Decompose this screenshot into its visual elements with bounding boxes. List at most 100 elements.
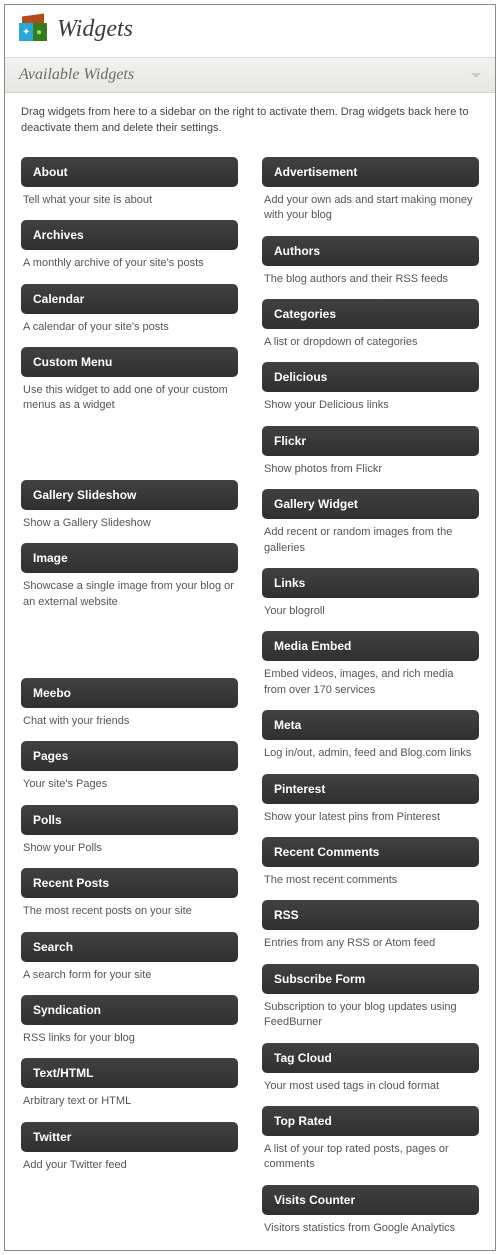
widget-description: A search form for your site bbox=[21, 962, 238, 983]
widget-handle[interactable]: Delicious bbox=[262, 362, 479, 392]
widget-description: Show photos from Flickr bbox=[262, 456, 479, 477]
widget-handle[interactable]: Categories bbox=[262, 299, 479, 329]
widget-description: Your site's Pages bbox=[21, 771, 238, 792]
widget-item: Tag CloudYour most used tags in cloud fo… bbox=[262, 1043, 479, 1094]
widget-item: AboutTell what your site is about bbox=[21, 157, 238, 208]
widget-item: Custom MenuUse this widget to add one of… bbox=[21, 347, 238, 414]
widget-item: Top RatedA list of your top rated posts,… bbox=[262, 1106, 479, 1173]
widget-item: LinksYour blogroll bbox=[262, 568, 479, 619]
widget-description: Your most used tags in cloud format bbox=[262, 1073, 479, 1094]
intro-text: Drag widgets from here to a sidebar on t… bbox=[5, 93, 495, 145]
widgets-column-right: AdvertisementAdd your own ads and start … bbox=[262, 145, 479, 1236]
widget-description: A list of your top rated posts, pages or… bbox=[262, 1136, 479, 1173]
widget-item: CategoriesA list or dropdown of categori… bbox=[262, 299, 479, 350]
widget-item: DeliciousShow your Delicious links bbox=[262, 362, 479, 413]
widget-handle[interactable]: Visits Counter bbox=[262, 1185, 479, 1215]
widget-description: Show your Polls bbox=[21, 835, 238, 856]
widget-handle[interactable]: Meebo bbox=[21, 678, 238, 708]
widget-handle[interactable]: Archives bbox=[21, 220, 238, 250]
widget-handle[interactable]: Top Rated bbox=[262, 1106, 479, 1136]
widget-item: ImageShowcase a single image from your b… bbox=[21, 543, 238, 610]
widget-item: AdvertisementAdd your own ads and start … bbox=[262, 157, 479, 224]
widget-description: The most recent comments bbox=[262, 867, 479, 888]
widget-item: AuthorsThe blog authors and their RSS fe… bbox=[262, 236, 479, 287]
widget-handle[interactable]: RSS bbox=[262, 900, 479, 930]
widget-handle[interactable]: Recent Posts bbox=[21, 868, 238, 898]
widget-handle[interactable]: Calendar bbox=[21, 284, 238, 314]
page-frame: ✦ ● Widgets Available Widgets Drag widge… bbox=[4, 4, 496, 1251]
widget-item: Gallery WidgetAdd recent or random image… bbox=[262, 489, 479, 556]
widget-description: Use this widget to add one of your custo… bbox=[21, 377, 238, 414]
widget-item: TwitterAdd your Twitter feed bbox=[21, 1122, 238, 1173]
widget-handle[interactable]: Polls bbox=[21, 805, 238, 835]
widget-handle[interactable]: About bbox=[21, 157, 238, 187]
widget-item: Visits CounterVisitors statistics from G… bbox=[262, 1185, 479, 1236]
widget-handle[interactable]: Flickr bbox=[262, 426, 479, 456]
widget-handle[interactable]: Links bbox=[262, 568, 479, 598]
widget-handle[interactable]: Gallery Slideshow bbox=[21, 480, 238, 510]
widget-handle[interactable]: Pinterest bbox=[262, 774, 479, 804]
widget-description: The blog authors and their RSS feeds bbox=[262, 266, 479, 287]
widget-description: Your blogroll bbox=[262, 598, 479, 619]
widget-item: Recent CommentsThe most recent comments bbox=[262, 837, 479, 888]
widget-description: Chat with your friends bbox=[21, 708, 238, 729]
widget-handle[interactable]: Text/HTML bbox=[21, 1058, 238, 1088]
widget-item: FlickrShow photos from Flickr bbox=[262, 426, 479, 477]
widget-item: PinterestShow your latest pins from Pint… bbox=[262, 774, 479, 825]
widget-description: Tell what your site is about bbox=[21, 187, 238, 208]
widgets-grid: AboutTell what your site is about Archive… bbox=[5, 145, 495, 1250]
widget-description: A monthly archive of your site's posts bbox=[21, 250, 238, 271]
widget-description: Visitors statistics from Google Analytic… bbox=[262, 1215, 479, 1236]
widget-description: Add recent or random images from the gal… bbox=[262, 519, 479, 556]
widget-handle[interactable]: Subscribe Form bbox=[262, 964, 479, 994]
widget-handle[interactable]: Pages bbox=[21, 741, 238, 771]
widget-item: CalendarA calendar of your site's posts bbox=[21, 284, 238, 335]
widget-description: Show your latest pins from Pinterest bbox=[262, 804, 479, 825]
widget-handle[interactable]: Syndication bbox=[21, 995, 238, 1025]
app-logo-icon: ✦ ● bbox=[19, 15, 47, 43]
widget-handle[interactable]: Twitter bbox=[21, 1122, 238, 1152]
widget-handle[interactable]: Image bbox=[21, 543, 238, 573]
widget-item: PollsShow your Polls bbox=[21, 805, 238, 856]
widget-description: Subscription to your blog updates using … bbox=[262, 994, 479, 1031]
widget-handle[interactable]: Search bbox=[21, 932, 238, 962]
widget-handle[interactable]: Recent Comments bbox=[262, 837, 479, 867]
widget-item: Media EmbedEmbed videos, images, and ric… bbox=[262, 631, 479, 698]
available-widgets-header[interactable]: Available Widgets bbox=[5, 57, 495, 93]
widget-description: Embed videos, images, and rich media fro… bbox=[262, 661, 479, 698]
widget-item: PagesYour site's Pages bbox=[21, 741, 238, 792]
section-title: Available Widgets bbox=[19, 66, 134, 84]
widget-description: A calendar of your site's posts bbox=[21, 314, 238, 335]
widget-handle[interactable]: Tag Cloud bbox=[262, 1043, 479, 1073]
widget-handle[interactable]: Advertisement bbox=[262, 157, 479, 187]
widget-item: SyndicationRSS links for your blog bbox=[21, 995, 238, 1046]
widget-description: The most recent posts on your site bbox=[21, 898, 238, 919]
widget-description: Entries from any RSS or Atom feed bbox=[262, 930, 479, 951]
widget-item: Subscribe FormSubscription to your blog … bbox=[262, 964, 479, 1031]
widget-description: Showcase a single image from your blog o… bbox=[21, 573, 238, 610]
widget-handle[interactable]: Gallery Widget bbox=[262, 489, 479, 519]
widget-description: Show your Delicious links bbox=[262, 392, 479, 413]
widget-item: MetaLog in/out, admin, feed and Blog.com… bbox=[262, 710, 479, 761]
widget-description: Add your own ads and start making money … bbox=[262, 187, 479, 224]
layout-spacer bbox=[21, 610, 238, 666]
page-header: ✦ ● Widgets bbox=[5, 5, 495, 57]
widget-description: Show a Gallery Slideshow bbox=[21, 510, 238, 531]
page-title: Widgets bbox=[57, 16, 133, 43]
layout-spacer bbox=[21, 414, 238, 468]
widget-item: Gallery SlideshowShow a Gallery Slidesho… bbox=[21, 480, 238, 531]
widget-description: Log in/out, admin, feed and Blog.com lin… bbox=[262, 740, 479, 761]
widget-description: Arbitrary text or HTML bbox=[21, 1088, 238, 1109]
widget-item: Recent PostsThe most recent posts on you… bbox=[21, 868, 238, 919]
widget-handle[interactable]: Custom Menu bbox=[21, 347, 238, 377]
widget-handle[interactable]: Meta bbox=[262, 710, 479, 740]
widget-item: MeeboChat with your friends bbox=[21, 678, 238, 729]
widget-handle[interactable]: Media Embed bbox=[262, 631, 479, 661]
widget-item: ArchivesA monthly archive of your site's… bbox=[21, 220, 238, 271]
chevron-down-icon bbox=[471, 73, 481, 78]
widget-item: SearchA search form for your site bbox=[21, 932, 238, 983]
widget-item: Text/HTMLArbitrary text or HTML bbox=[21, 1058, 238, 1109]
widget-item: RSSEntries from any RSS or Atom feed bbox=[262, 900, 479, 951]
widget-description: Add your Twitter feed bbox=[21, 1152, 238, 1173]
widget-handle[interactable]: Authors bbox=[262, 236, 479, 266]
